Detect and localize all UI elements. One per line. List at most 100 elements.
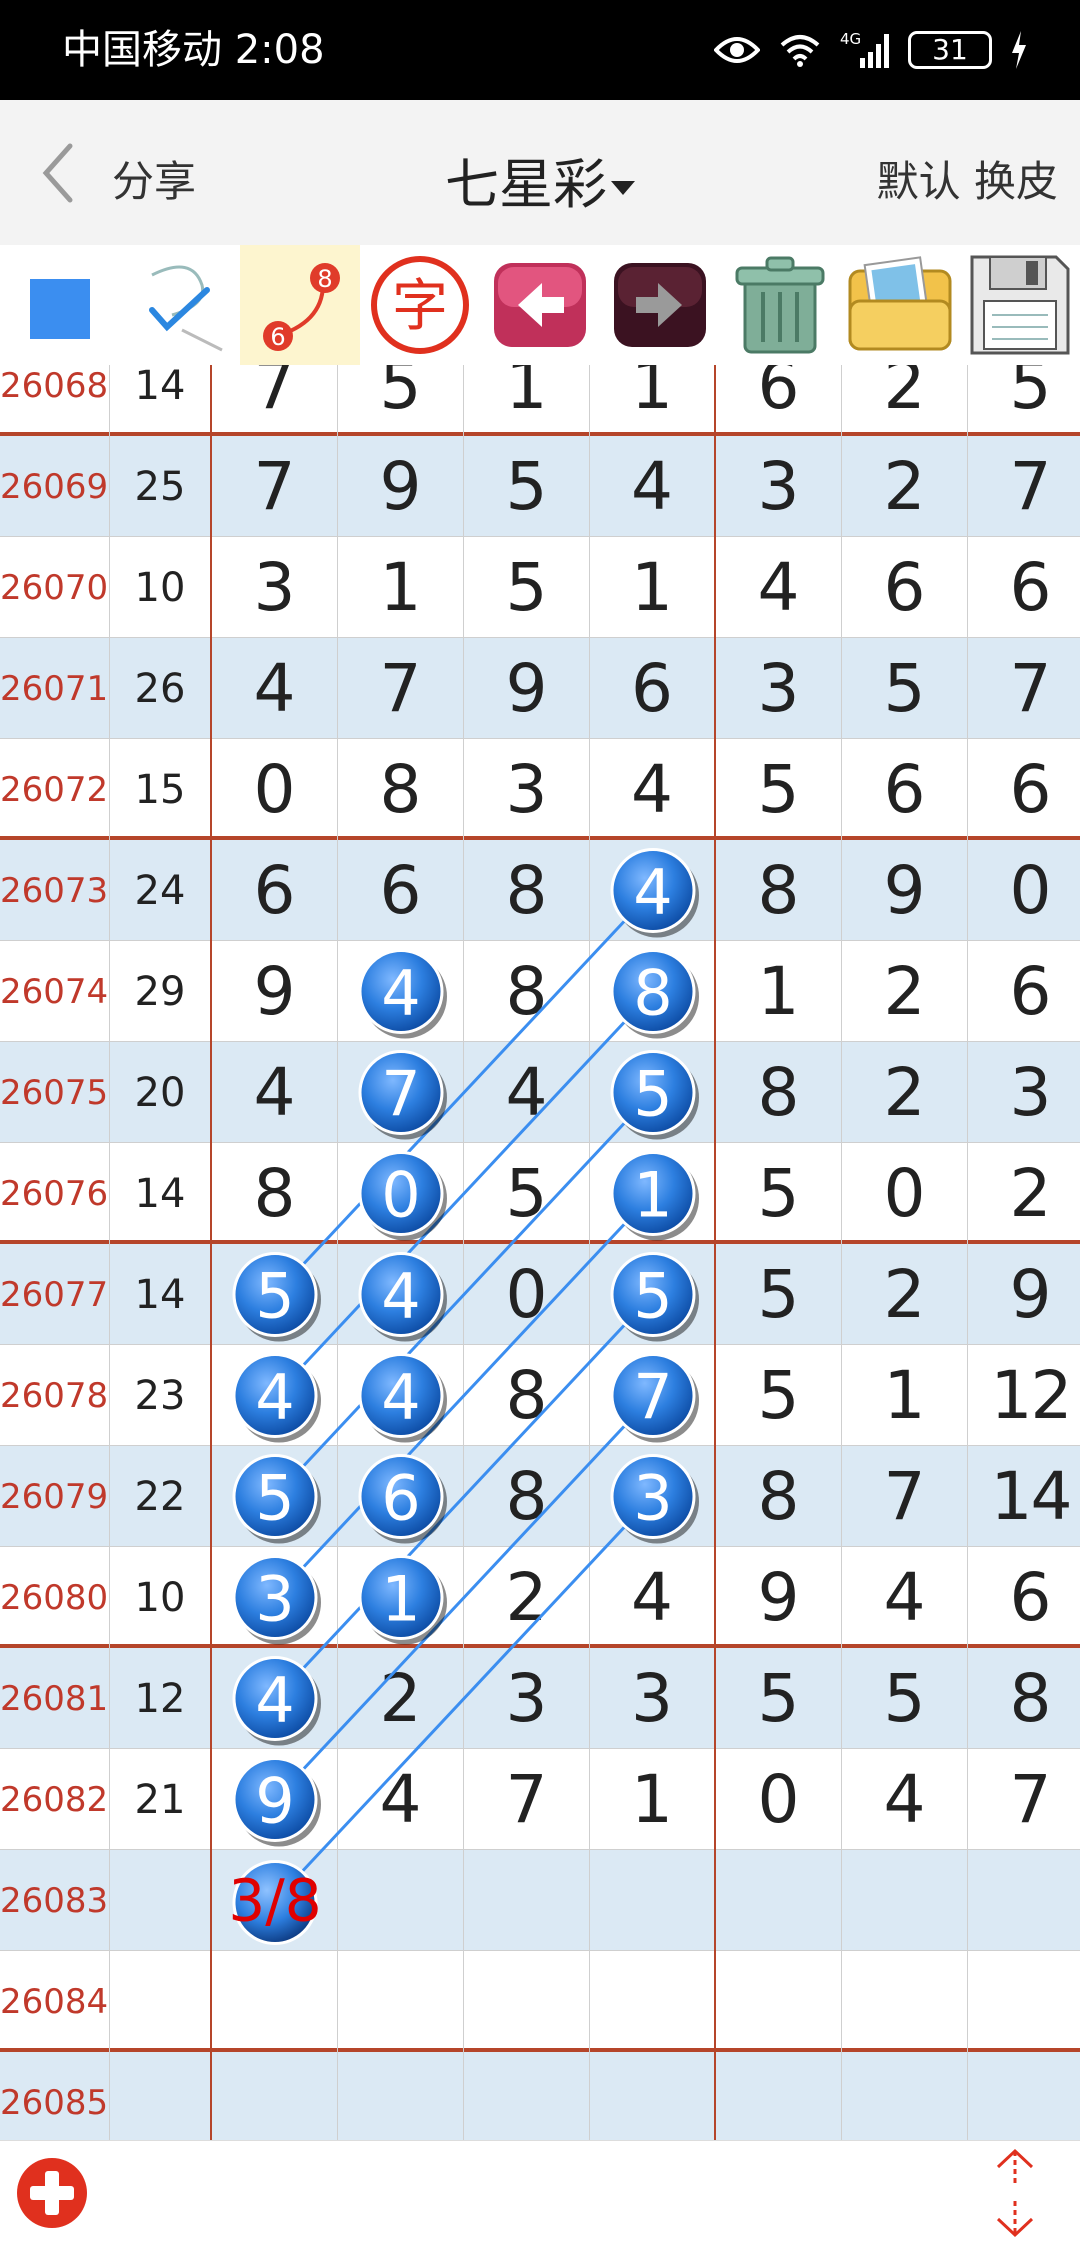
digit-cell[interactable]: 2: [338, 1648, 464, 1749]
digit-cell[interactable]: 4: [842, 1749, 968, 1850]
digit-cell[interactable]: 6: [212, 840, 338, 941]
digit-cell[interactable]: [338, 1850, 464, 1951]
redo-button[interactable]: [600, 245, 720, 365]
digit-cell[interactable]: 1: [464, 365, 590, 436]
digit-cell[interactable]: 8: [464, 1345, 590, 1446]
digit-cell[interactable]: [212, 1850, 338, 1951]
digit-cell[interactable]: 9: [842, 840, 968, 941]
digit-cell[interactable]: 8: [464, 941, 590, 1042]
digit-cell[interactable]: 5: [464, 436, 590, 537]
digit-cell[interactable]: 6: [968, 739, 1080, 840]
digit-cell[interactable]: 8: [212, 1143, 338, 1244]
digit-cell[interactable]: 7: [968, 1749, 1080, 1850]
digit-cell[interactable]: 4: [338, 1244, 464, 1345]
digit-cell[interactable]: [842, 1850, 968, 1951]
digit-cell[interactable]: 6: [968, 1547, 1080, 1648]
digit-cell[interactable]: 1: [590, 1749, 716, 1850]
digit-cell[interactable]: 8: [338, 739, 464, 840]
digit-cell[interactable]: 3: [212, 1547, 338, 1648]
digit-cell[interactable]: 5: [716, 1345, 842, 1446]
digit-cell[interactable]: [464, 1951, 590, 2052]
digit-cell[interactable]: 3: [212, 537, 338, 638]
add-button[interactable]: [14, 2155, 90, 2231]
digit-cell[interactable]: 5: [716, 1143, 842, 1244]
digit-cell[interactable]: 4: [464, 1042, 590, 1143]
digit-cell[interactable]: 4: [590, 1547, 716, 1648]
scroll-arrows-icon[interactable]: [990, 2145, 1040, 2241]
pen-check-button[interactable]: [122, 245, 242, 365]
digit-cell[interactable]: 8: [464, 1446, 590, 1547]
digit-cell[interactable]: [716, 1850, 842, 1951]
digit-cell[interactable]: 5: [590, 1042, 716, 1143]
digit-cell[interactable]: 3: [464, 1648, 590, 1749]
digit-cell[interactable]: 6: [338, 840, 464, 941]
digit-cell[interactable]: 4: [338, 1749, 464, 1850]
digit-cell[interactable]: 2: [842, 365, 968, 436]
digit-cell[interactable]: 4: [212, 638, 338, 739]
skin-options[interactable]: 默认 换皮: [877, 148, 1058, 209]
digit-cell[interactable]: 8: [968, 1648, 1080, 1749]
digit-cell[interactable]: [212, 1951, 338, 2052]
digit-cell[interactable]: [968, 1850, 1080, 1951]
digit-cell[interactable]: 3: [716, 436, 842, 537]
digit-cell[interactable]: 7: [212, 365, 338, 436]
undo-button[interactable]: [480, 245, 600, 365]
digit-cell[interactable]: 0: [842, 1143, 968, 1244]
digit-cell[interactable]: 9: [212, 1749, 338, 1850]
clear-button[interactable]: [720, 245, 840, 365]
digit-cell[interactable]: [716, 2052, 842, 2140]
digit-cell[interactable]: 6: [842, 537, 968, 638]
digit-cell[interactable]: 7: [842, 1446, 968, 1547]
digit-cell[interactable]: 4: [212, 1345, 338, 1446]
digit-cell[interactable]: 0: [464, 1244, 590, 1345]
digit-cell[interactable]: 1: [716, 941, 842, 1042]
digit-cell[interactable]: 6: [338, 1446, 464, 1547]
digit-cell[interactable]: 0: [968, 840, 1080, 941]
digit-cell[interactable]: 2: [842, 941, 968, 1042]
digit-cell[interactable]: 3: [590, 1446, 716, 1547]
digit-cell[interactable]: 3: [590, 1648, 716, 1749]
color-square-button[interactable]: [0, 245, 120, 365]
digit-cell[interactable]: 0: [716, 1749, 842, 1850]
digit-cell[interactable]: 5: [590, 1244, 716, 1345]
digit-cell[interactable]: [464, 2052, 590, 2140]
digit-cell[interactable]: [590, 1850, 716, 1951]
digit-cell[interactable]: 8: [590, 941, 716, 1042]
digit-cell[interactable]: 3: [716, 638, 842, 739]
digit-cell[interactable]: 5: [716, 739, 842, 840]
digit-cell[interactable]: 9: [212, 941, 338, 1042]
digit-cell[interactable]: 4: [212, 1648, 338, 1749]
digit-cell[interactable]: 1: [842, 1345, 968, 1446]
character-button[interactable]: 字: [360, 245, 480, 365]
digit-cell[interactable]: 7: [464, 1749, 590, 1850]
digit-cell[interactable]: [842, 1951, 968, 2052]
digit-cell[interactable]: 5: [842, 638, 968, 739]
gallery-button[interactable]: [840, 245, 960, 365]
digit-cell[interactable]: 8: [716, 1042, 842, 1143]
digit-cell[interactable]: 2: [842, 1042, 968, 1143]
save-button[interactable]: [960, 245, 1080, 365]
digit-cell[interactable]: 9: [464, 638, 590, 739]
digit-cell[interactable]: 6: [716, 365, 842, 436]
digit-cell[interactable]: 9: [968, 1244, 1080, 1345]
digit-cell[interactable]: 4: [338, 1345, 464, 1446]
digit-cell[interactable]: 2: [968, 1143, 1080, 1244]
digit-cell[interactable]: 1: [338, 1547, 464, 1648]
digit-cell[interactable]: 0: [338, 1143, 464, 1244]
digit-cell[interactable]: 6: [968, 537, 1080, 638]
digit-cell[interactable]: 8: [716, 1446, 842, 1547]
digit-cell[interactable]: 7: [590, 1345, 716, 1446]
digit-cell[interactable]: 1: [338, 537, 464, 638]
line-connect-button[interactable]: 8 6: [240, 245, 360, 365]
digit-cell[interactable]: [338, 2052, 464, 2140]
digit-cell[interactable]: 7: [338, 1042, 464, 1143]
digit-cell[interactable]: 7: [968, 436, 1080, 537]
digit-cell[interactable]: 8: [716, 840, 842, 941]
digit-cell[interactable]: 4: [590, 840, 716, 941]
digit-cell[interactable]: 5: [212, 1244, 338, 1345]
digit-cell[interactable]: 1: [590, 1143, 716, 1244]
digit-cell[interactable]: 6: [590, 638, 716, 739]
digit-cell[interactable]: [716, 1951, 842, 2052]
digit-cell[interactable]: 5: [338, 365, 464, 436]
digit-cell[interactable]: 7: [338, 638, 464, 739]
